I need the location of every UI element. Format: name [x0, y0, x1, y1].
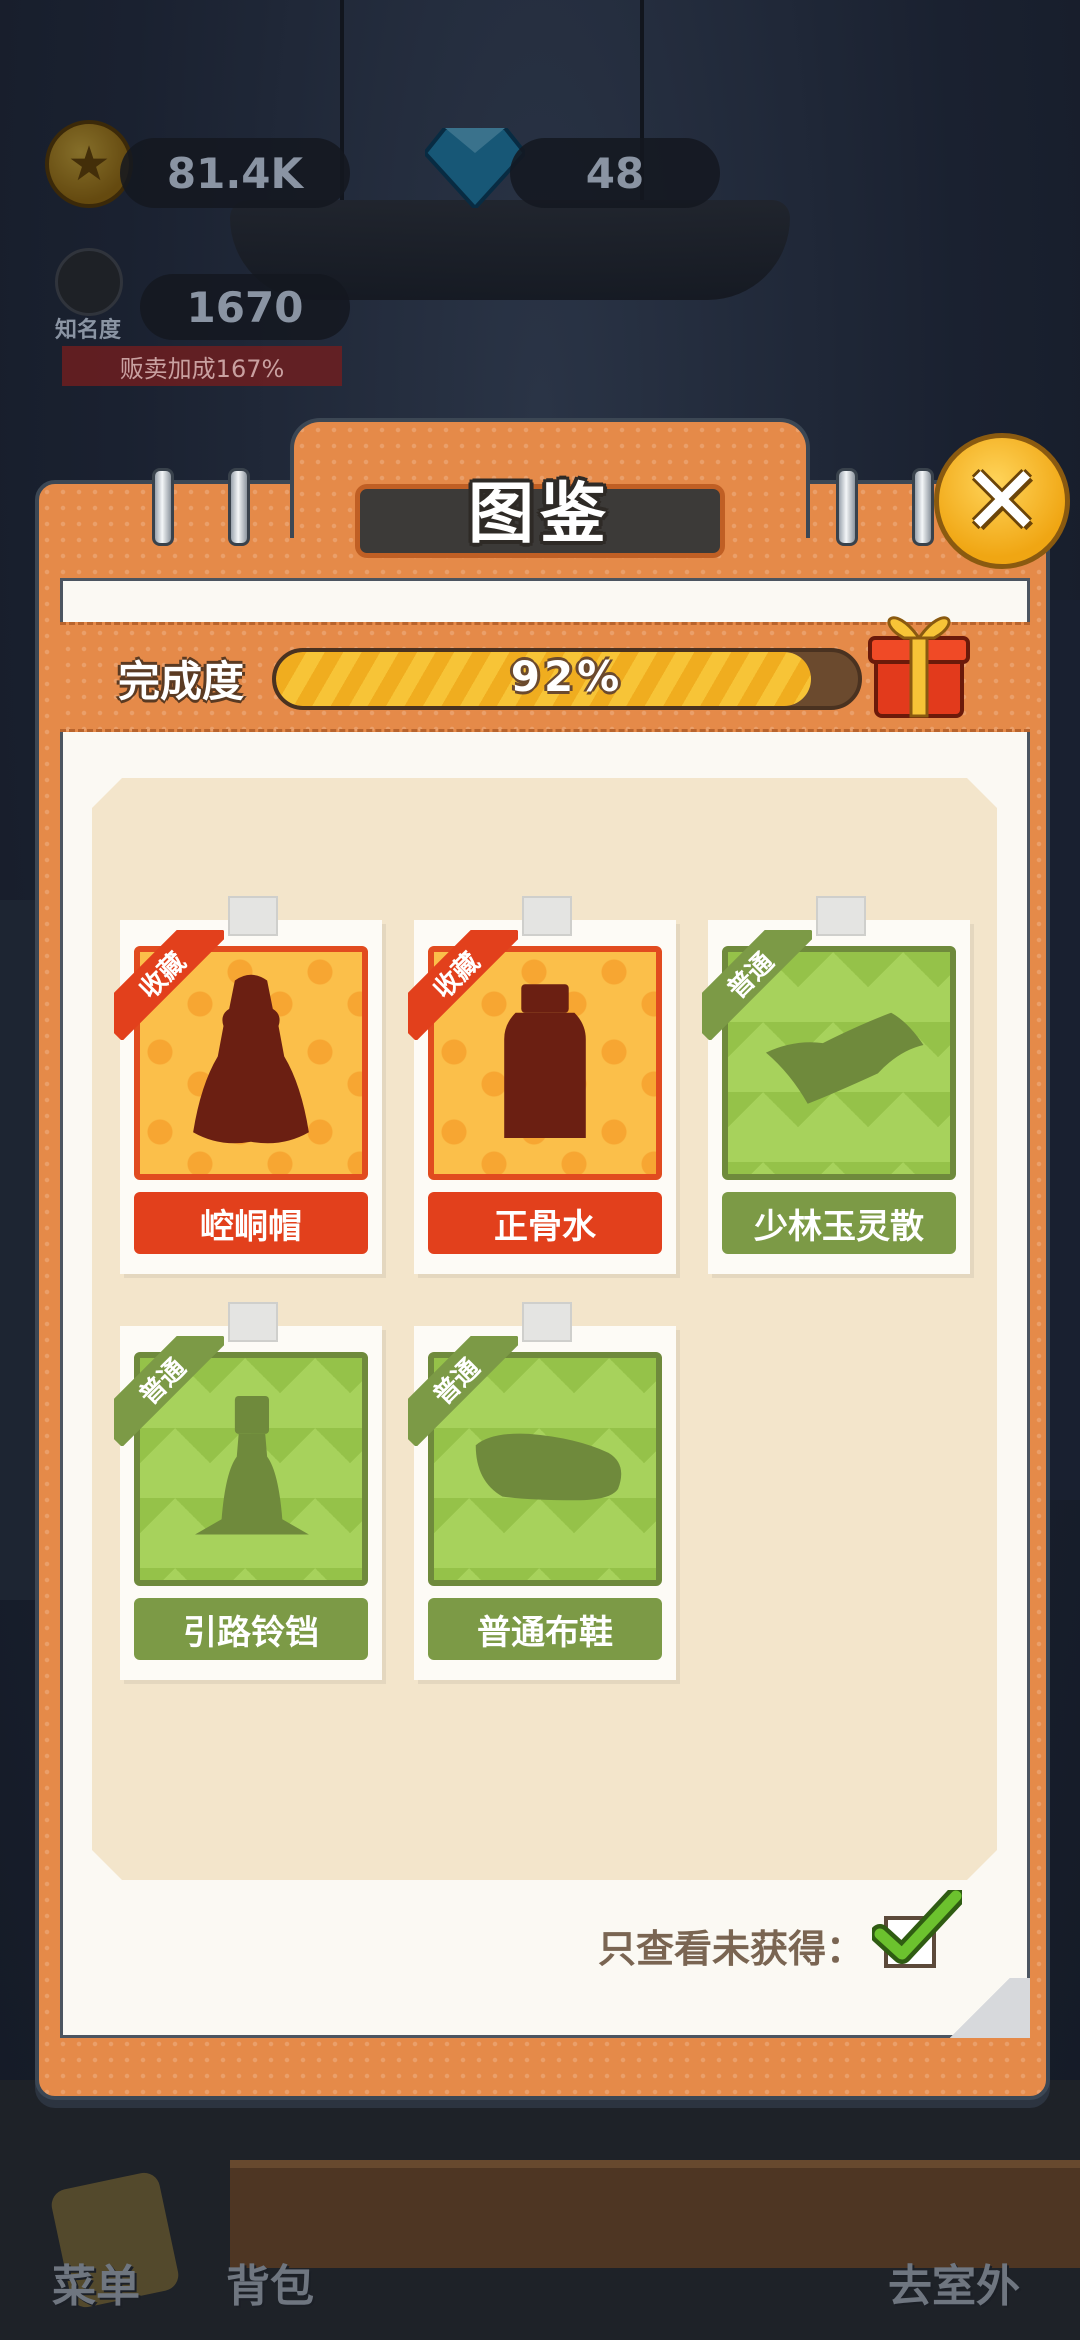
filter-label: 只查看未获得： [598, 1927, 865, 1971]
rarity-ribbon: 普通 [408, 1336, 518, 1446]
tape-decoration [522, 896, 572, 936]
item-name: 正骨水 [428, 1192, 662, 1254]
item-name: 普通布鞋 [428, 1598, 662, 1660]
tape-decoration [816, 896, 866, 936]
collection-card[interactable]: 普通 引路铃铛 [114, 1302, 382, 1680]
coin-counter: 81.4K [120, 138, 350, 208]
collection-card[interactable]: 普通 少林玉灵散 [702, 896, 970, 1274]
tape-decoration [522, 1302, 572, 1342]
page-title: 图鉴 [468, 475, 612, 552]
nav-outdoor-button[interactable]: 去室外 [888, 2250, 1020, 2314]
binder-ring-icon [836, 468, 858, 546]
nav-bag-button[interactable]: 背包 [226, 2250, 314, 2314]
filter-unobtained-checkbox[interactable] [884, 1916, 936, 1968]
progress-value: 92% [510, 652, 624, 701]
binder-ring-icon [912, 468, 934, 546]
rarity-ribbon: 收藏 [114, 930, 224, 1040]
close-button[interactable]: ✕ [934, 433, 1070, 569]
sell-bonus-badge: 贩卖加成167% [62, 346, 342, 386]
binder-ring-icon [228, 468, 250, 546]
collection-card[interactable]: 收藏 崆峒帽 [114, 896, 382, 1274]
close-icon: ✕ [961, 445, 1043, 557]
rarity-ribbon: 收藏 [408, 930, 518, 1040]
binder-ring-icon [152, 468, 174, 546]
item-name: 崆峒帽 [134, 1192, 368, 1254]
paper-curl [930, 1978, 1030, 2038]
fame-amount: 1670 [186, 282, 304, 332]
tape-decoration [228, 896, 278, 936]
rarity-ribbon: 普通 [702, 930, 812, 1040]
fame-label: 知名度 [55, 318, 122, 343]
collection-card[interactable]: 收藏 正骨水 [408, 896, 676, 1274]
progress-label: 完成度 [118, 657, 245, 706]
rarity-ribbon: 普通 [114, 1336, 224, 1446]
gem-counter: 48 [510, 138, 720, 208]
item-name: 少林玉灵散 [722, 1192, 956, 1254]
coin-amount: 81.4K [166, 148, 304, 198]
gift-icon [868, 616, 970, 718]
fame-counter: 1670 [140, 274, 350, 340]
gem-amount: 48 [585, 148, 645, 198]
nav-menu-button[interactable]: 菜单 [52, 2250, 140, 2314]
collection-card[interactable]: 普通 普通布鞋 [408, 1302, 676, 1680]
gift-reward-button[interactable] [864, 602, 974, 722]
avatar [55, 248, 123, 316]
item-name: 引路铃铛 [134, 1598, 368, 1660]
background-wall-left [0, 900, 40, 1600]
coin-icon [45, 120, 133, 208]
background-wall-right [1050, 600, 1080, 1500]
tape-decoration [228, 1302, 278, 1342]
